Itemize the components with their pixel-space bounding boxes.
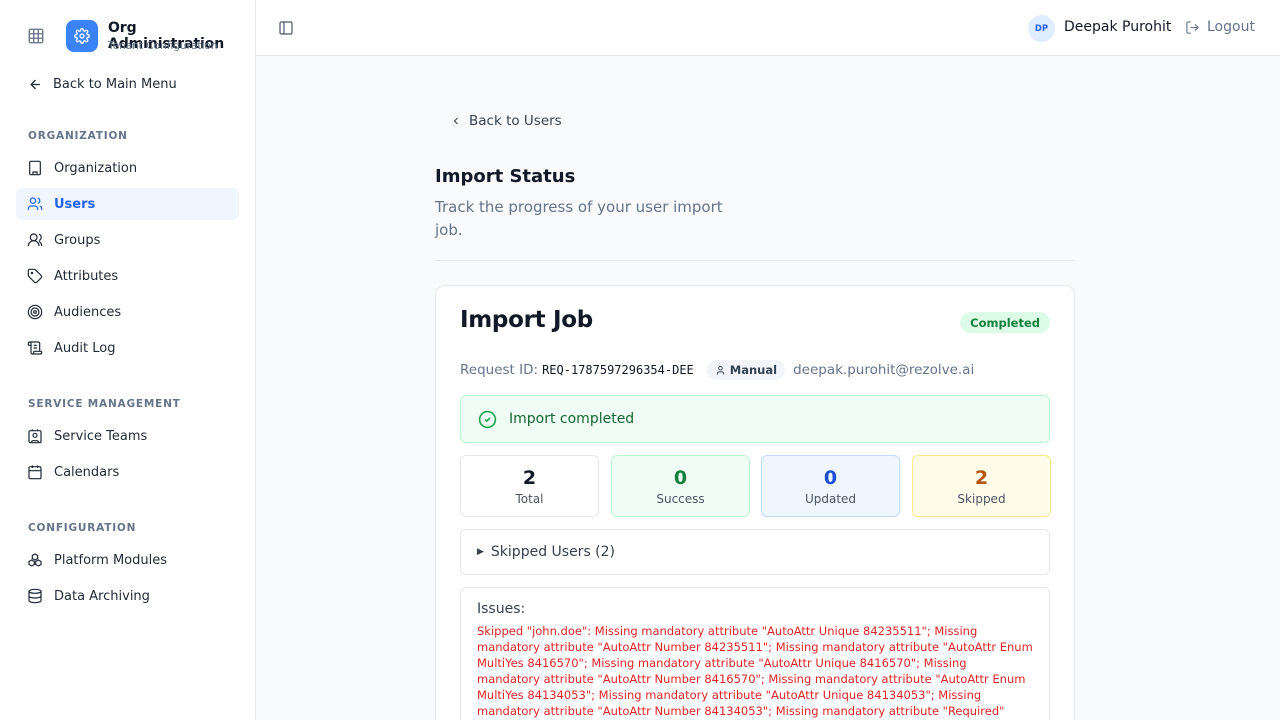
- request-id-label: Request ID:: [460, 362, 539, 378]
- chevron-left-icon: [453, 117, 458, 125]
- logout-label: Logout: [1207, 19, 1255, 35]
- triangle-right-icon: ▶: [477, 547, 484, 557]
- sidebar-item-organization[interactable]: Organization: [16, 152, 239, 184]
- sidebar-item-label: Audit Log: [54, 340, 116, 356]
- building-icon: [29, 160, 41, 176]
- top-header: DP Deepak Purohit Logout: [256, 0, 1280, 56]
- sidebar-item-label: Calendars: [54, 464, 120, 480]
- sidebar: Org Administration Tenant Configuration …: [0, 0, 256, 720]
- gear-icon: [74, 28, 90, 44]
- user-icon: [716, 365, 724, 375]
- groups-icon: [27, 233, 43, 247]
- stat-skipped: 2 Skipped: [912, 455, 1051, 517]
- stat-updated: 0 Updated: [761, 455, 900, 517]
- database-icon: [28, 588, 42, 604]
- requester-email: deepak.purohit@rezolve.ai: [793, 362, 975, 378]
- stat-total: 2 Total: [460, 455, 599, 517]
- sidebar-item-label: Users: [54, 196, 96, 212]
- sidebar-item-data-archiving[interactable]: Data Archiving: [16, 580, 239, 612]
- import-job-card: Import Job Completed Request ID: REQ-178…: [435, 285, 1075, 720]
- scroll-icon: [27, 341, 43, 355]
- back-to-main-menu-label: Back to Main Menu: [53, 76, 177, 92]
- page-title: Import Status: [435, 166, 576, 187]
- sidebar-item-audit-log[interactable]: Audit Log: [16, 332, 239, 364]
- stat-label: Total: [515, 491, 544, 506]
- divider: [435, 260, 1075, 261]
- sidebar-item-label: Attributes: [54, 268, 119, 284]
- sidebar-item-audiences[interactable]: Audiences: [16, 296, 239, 328]
- contact-icon: [28, 429, 42, 444]
- sidebar-item-attributes[interactable]: Attributes: [16, 260, 239, 292]
- skipped-users-label: Skipped Users (2): [490, 544, 616, 560]
- sidebar-item-service-teams[interactable]: Service Teams: [16, 420, 239, 452]
- sidebar-item-calendars[interactable]: Calendars: [16, 456, 239, 488]
- brand-logo: [66, 20, 98, 52]
- issues-text: Skipped "john.doe": Missing mandatory at…: [477, 624, 1033, 718]
- users-icon: [27, 197, 43, 210]
- sidebar-item-label: Platform Modules: [54, 552, 168, 568]
- stat-value: 0: [673, 466, 688, 489]
- brand-subtitle: Tenant Configuration: [108, 40, 218, 52]
- logout-icon: [1186, 20, 1199, 34]
- stat-value: 2: [522, 466, 537, 489]
- stat-label: Success: [656, 491, 705, 506]
- mode-label: Manual: [729, 363, 778, 377]
- sidebar-item-label: Service Teams: [54, 428, 148, 444]
- stat-value: 0: [823, 466, 838, 489]
- back-to-main-menu-link[interactable]: Back to Main Menu: [28, 74, 177, 94]
- request-id-value: REQ-1787597296354-DEE: [542, 363, 694, 377]
- success-alert: Import completed: [460, 395, 1050, 443]
- sidebar-item-platform-modules[interactable]: Platform Modules: [16, 544, 239, 576]
- calendar-icon: [28, 465, 42, 480]
- stat-value: 2: [974, 466, 989, 489]
- job-title: Import Job: [460, 307, 593, 333]
- back-to-users-label: Back to Users: [469, 113, 562, 129]
- job-meta: Request ID: REQ-1787597296354-DEE Manual…: [460, 359, 974, 381]
- alert-message: Import completed: [509, 411, 635, 427]
- stat-label: Skipped: [957, 491, 1006, 506]
- sidebar-item-label: Audiences: [54, 304, 122, 320]
- sidebar-toggle-icon[interactable]: [278, 20, 294, 36]
- skipped-users-toggle[interactable]: ▶ Skipped Users (2): [460, 529, 1050, 575]
- section-label-configuration: CONFIGURATION: [28, 522, 137, 534]
- sidebar-item-label: Groups: [54, 232, 101, 248]
- sidebar-item-users[interactable]: Users: [16, 188, 239, 220]
- sidebar-item-label: Organization: [54, 160, 138, 176]
- brand-header: Org Administration Tenant Configuration: [0, 0, 256, 72]
- check-circle-icon: [478, 410, 497, 428]
- section-label-service-management: SERVICE MANAGEMENT: [28, 398, 181, 410]
- avatar[interactable]: DP: [1028, 15, 1055, 42]
- arrow-left-icon: [30, 79, 40, 89]
- target-icon: [27, 304, 43, 320]
- sidebar-item-label: Data Archiving: [54, 588, 150, 604]
- logout-button[interactable]: Logout: [1185, 19, 1255, 35]
- app-grid-icon[interactable]: [27, 27, 45, 45]
- user-name: Deepak Purohit: [1064, 19, 1172, 35]
- issues-label: Issues:: [477, 601, 526, 617]
- modules-icon: [28, 553, 42, 567]
- stat-success: 0 Success: [611, 455, 750, 517]
- issues-panel: Issues: Skipped "john.doe": Missing mand…: [460, 587, 1050, 720]
- tag-icon: [27, 268, 43, 284]
- back-to-users-link[interactable]: Back to Users: [450, 113, 562, 129]
- stat-label: Updated: [804, 491, 857, 506]
- mode-badge: Manual: [706, 360, 786, 380]
- page-description: Track the progress of your user import j…: [435, 198, 723, 239]
- section-label-organization: ORGANIZATION: [28, 130, 128, 142]
- status-badge: Completed: [960, 312, 1050, 333]
- sidebar-item-groups[interactable]: Groups: [16, 224, 239, 256]
